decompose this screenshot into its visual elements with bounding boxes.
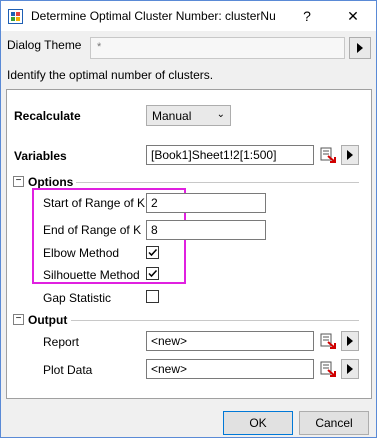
silhouette-method-label: Silhouette Method: [43, 268, 140, 282]
options-collapse-toggle[interactable]: −: [13, 176, 24, 187]
plot-data-input[interactable]: <new>: [146, 359, 314, 379]
cancel-button[interactable]: Cancel: [299, 411, 369, 435]
title-bar: Determine Optimal Cluster Number: cluste…: [1, 1, 376, 31]
end-k-label: End of Range of K: [43, 223, 142, 237]
dialog-theme-combo[interactable]: *: [90, 37, 345, 59]
variables-menu-button[interactable]: [341, 145, 359, 165]
plot-data-label: Plot Data: [43, 363, 93, 377]
play-arrow-icon: [347, 364, 353, 374]
dialog-window: Determine Optimal Cluster Number: cluste…: [0, 0, 377, 438]
dialog-theme-row: Dialog Theme *: [1, 31, 376, 63]
close-button[interactable]: ✕: [330, 1, 376, 31]
checkmark-icon: [148, 269, 158, 278]
recalculate-value: Manual: [152, 109, 192, 123]
report-input[interactable]: <new>: [146, 331, 314, 351]
help-button[interactable]: ?: [284, 1, 330, 31]
variables-label: Variables: [14, 149, 67, 163]
recalculate-dropdown[interactable]: Manual ⌄: [146, 105, 231, 126]
output-collapse-toggle[interactable]: −: [13, 314, 24, 325]
recalculate-label: Recalculate: [14, 109, 81, 123]
gap-statistic-checkbox[interactable]: [146, 290, 159, 303]
chevron-down-icon: ⌄: [216, 109, 225, 120]
theme-menu-button[interactable]: [349, 37, 371, 59]
report-label: Report: [43, 335, 80, 349]
play-arrow-icon: [347, 336, 353, 346]
ok-button[interactable]: OK: [223, 411, 293, 435]
plot-data-menu-button[interactable]: [341, 359, 359, 379]
end-k-input[interactable]: 8: [146, 220, 266, 240]
elbow-method-label: Elbow Method: [43, 246, 120, 260]
report-menu-button[interactable]: [341, 331, 359, 351]
gap-statistic-label: Gap Statistic: [43, 291, 112, 305]
play-arrow-icon: [357, 43, 363, 53]
elbow-method-checkbox[interactable]: [146, 246, 159, 259]
description-text: Identify the optimal number of clusters.: [7, 68, 214, 82]
window-title: Determine Optimal Cluster Number: cluste…: [31, 9, 276, 23]
start-k-label: Start of Range of K: [43, 196, 146, 210]
output-section-label: Output: [28, 313, 68, 327]
range-picker-icon[interactable]: [319, 332, 337, 350]
app-icon: [8, 9, 23, 24]
start-k-input[interactable]: 2: [146, 193, 266, 213]
silhouette-method-checkbox[interactable]: [146, 267, 159, 280]
range-picker-icon[interactable]: [319, 360, 337, 378]
range-picker-icon[interactable]: [319, 146, 337, 164]
play-arrow-icon: [347, 150, 353, 160]
checkmark-icon: [148, 248, 158, 257]
dialog-theme-label: Dialog Theme: [7, 38, 82, 52]
variables-input[interactable]: [Book1]Sheet1!2[1:500]: [146, 145, 314, 165]
output-divider: [71, 320, 359, 321]
options-divider: [76, 182, 359, 183]
options-section-label: Options: [28, 175, 74, 189]
